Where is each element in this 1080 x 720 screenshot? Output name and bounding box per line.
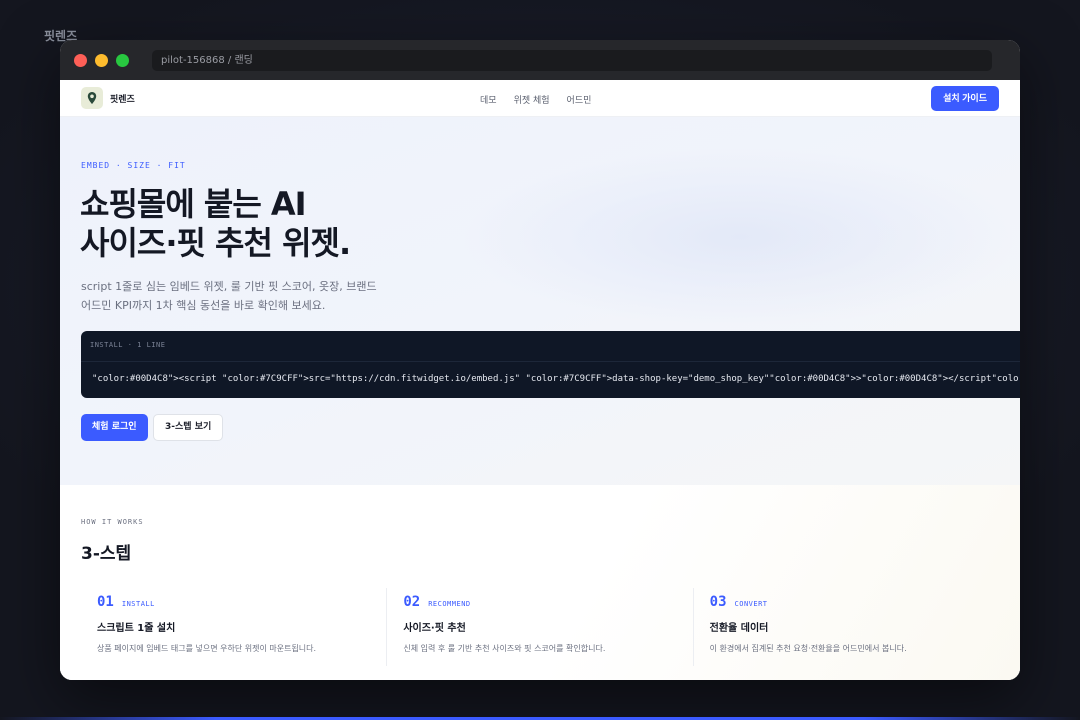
- hero-headline-line1: 쇼핑몰에 붙는 AI: [80, 185, 307, 223]
- view-3-steps-button[interactable]: 3-스텝 보기: [153, 414, 224, 441]
- step-description: 이 환경에서 집계된 추천 요청·전환율을 어드민에서 봅니다.: [709, 644, 907, 653]
- embed-code-snippet[interactable]: "color:#00D4C8"><script "color:#7C9CFF">…: [92, 374, 1020, 384]
- steps-list: 01 INSTALL 스크립트 1줄 설치 상품 페이지에 임베드 태그를 넣으…: [81, 588, 999, 666]
- hero-decoration: [460, 147, 1020, 327]
- browser-window: pilot-156868 / 랜딩 핏렌즈 데모 위젯 체험 어드민 설치 가이…: [60, 40, 1020, 680]
- install-guide-button[interactable]: 설치 가이드: [931, 86, 999, 111]
- trial-login-button[interactable]: 체험 로그인: [81, 414, 148, 441]
- hero-headline: 쇼핑몰에 붙는 AI 사이즈·핏 추천 위젯.: [80, 185, 351, 263]
- step-description: 신체 입력 후 룰 기반 추천 사이즈와 핏 스코어를 확인합니다.: [403, 644, 606, 653]
- code-block-divider: [81, 361, 1020, 362]
- hero-lead-line1: script 1줄로 심는 임베드 위젯, 룰 기반 핏 스코어, 옷장, 브랜…: [81, 280, 377, 293]
- close-window-button[interactable]: [74, 54, 87, 67]
- brand-name[interactable]: 핏렌즈: [110, 92, 135, 105]
- step-card-recommend: 02 RECOMMEND 사이즈·핏 추천 신체 입력 후 룰 기반 추천 사이…: [386, 588, 692, 666]
- how-it-works-section: HOW IT WORKS 3-스텝 01 INSTALL 스크립트 1줄 설치 …: [60, 485, 1020, 680]
- step-card-install: 01 INSTALL 스크립트 1줄 설치 상품 페이지에 임베드 태그를 넣으…: [81, 588, 386, 666]
- step-tag: CONVERT: [734, 600, 768, 608]
- nav-link-demo[interactable]: 데모: [480, 93, 497, 106]
- step-tag: INSTALL: [121, 600, 155, 608]
- step-tag: RECOMMEND: [428, 600, 471, 608]
- top-nav: 핏렌즈 데모 위젯 체험 어드민 설치 가이드: [60, 80, 1020, 117]
- step-description: 상품 페이지에 임베드 태그를 넣으면 우하단 위젯이 마운트됩니다.: [97, 644, 317, 653]
- address-bar[interactable]: pilot-156868 / 랜딩: [152, 50, 992, 71]
- window-titlebar: pilot-156868 / 랜딩: [60, 40, 1020, 80]
- how-eyebrow: HOW IT WORKS: [81, 518, 144, 526]
- nav-links: 데모 위젯 체험 어드민: [480, 93, 591, 106]
- map-pin-icon: [87, 92, 97, 104]
- minimize-window-button[interactable]: [95, 54, 108, 67]
- brand-logo[interactable]: [81, 87, 103, 109]
- hero-headline-line2: 사이즈·핏 추천 위젯.: [80, 224, 351, 262]
- step-number: 01: [97, 594, 114, 610]
- maximize-window-button[interactable]: [116, 54, 129, 67]
- install-code-block[interactable]: INSTALL · 1 LINE "color:#00D4C8"><script…: [81, 331, 1020, 398]
- step-title: 전환율 데이터: [709, 623, 769, 634]
- nav-link-admin[interactable]: 어드민: [567, 93, 592, 106]
- step-number: 02: [403, 594, 421, 610]
- code-block-label: INSTALL · 1 LINE: [90, 341, 166, 349]
- hero-lead-line2: 어드민 KPI까지 1차 핵심 동선을 바로 확인해 보세요.: [81, 299, 326, 312]
- step-card-convert: 03 CONVERT 전환율 데이터 이 환경에서 집계된 추천 요청·전환율을…: [692, 588, 999, 666]
- step-title: 사이즈·핏 추천: [403, 623, 466, 634]
- landing-page: 핏렌즈 데모 위젯 체험 어드민 설치 가이드 EMBED · SIZE · F…: [60, 80, 1020, 680]
- nav-link-widget-trial[interactable]: 위젯 체험: [514, 93, 550, 106]
- how-title: 3-스텝: [81, 544, 132, 564]
- hero-section: EMBED · SIZE · FIT 쇼핑몰에 붙는 AI 사이즈·핏 추천 위…: [60, 117, 1020, 485]
- step-title: 스크립트 1줄 설치: [97, 623, 176, 634]
- step-number: 03: [709, 594, 727, 610]
- hero-lead: script 1줄로 심는 임베드 위젯, 룰 기반 핏 스코어, 옷장, 브랜…: [81, 277, 401, 315]
- hero-eyebrow: EMBED · SIZE · FIT: [81, 161, 186, 170]
